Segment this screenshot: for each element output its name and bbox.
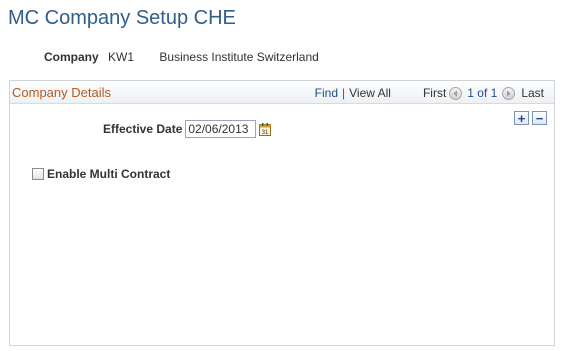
panel-header: Company Details Find | View All First 1 …	[10, 81, 554, 104]
company-description: Business Institute Switzerland	[159, 50, 319, 64]
page-title: MC Company Setup CHE	[8, 7, 236, 29]
enable-multi-contract-checkbox[interactable]	[32, 168, 44, 180]
last-link[interactable]: Last	[521, 86, 544, 100]
enable-multi-contract-row: Enable Multi Contract	[32, 167, 170, 181]
company-details-panel: Company Details Find | View All First 1 …	[9, 80, 555, 346]
svg-text:31: 31	[262, 130, 269, 136]
company-label: Company	[44, 50, 99, 64]
calendar-icon[interactable]: 31	[259, 122, 272, 136]
row-range: 1 of 1	[467, 86, 498, 100]
nav-separator: |	[342, 86, 346, 100]
effective-date-input[interactable]	[185, 120, 257, 138]
effective-date-label: Effective Date	[103, 122, 183, 136]
view-all-link[interactable]: View All	[349, 86, 391, 100]
previous-arrow-icon[interactable]	[449, 86, 463, 100]
delete-row-icon[interactable]: −	[532, 111, 547, 125]
first-link[interactable]: First	[423, 86, 446, 100]
panel-title: Company Details	[12, 85, 111, 100]
row-action-buttons: + −	[514, 111, 547, 125]
company-row: Company KW1 Business Institute Switzerla…	[44, 50, 319, 64]
add-row-icon[interactable]: +	[514, 111, 529, 125]
grid-navigation: Find | View All First 1 of 1 Last	[315, 86, 544, 100]
find-link[interactable]: Find	[315, 86, 338, 100]
next-arrow-icon[interactable]	[502, 86, 516, 100]
effective-date-row: Effective Date 31	[103, 120, 272, 138]
company-code: KW1	[108, 50, 135, 64]
enable-multi-contract-label: Enable Multi Contract	[47, 167, 171, 181]
